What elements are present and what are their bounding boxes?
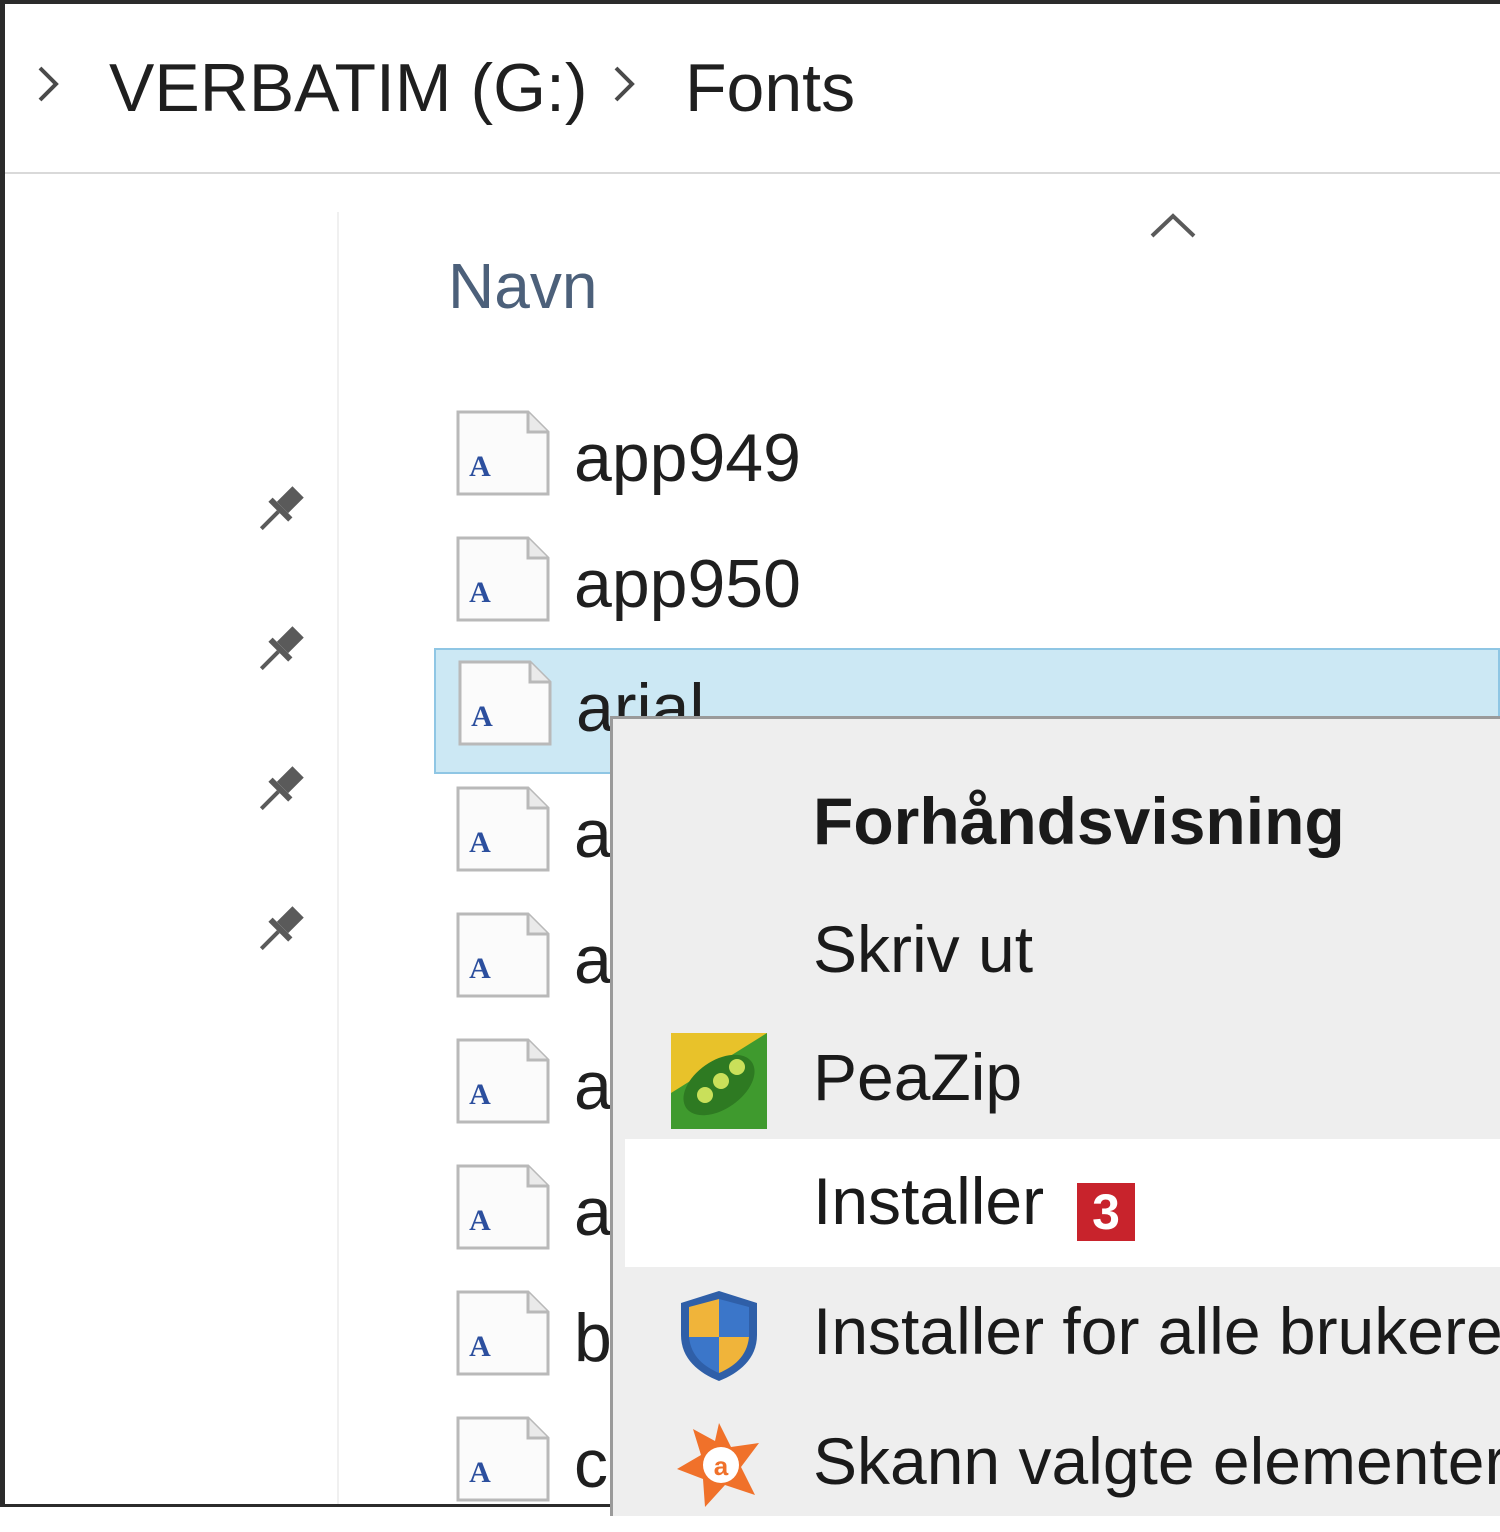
file-row[interactable]: Aapp950 — [434, 526, 1500, 652]
file-name: a — [574, 922, 612, 998]
breadcrumb: VERBATIM (G:) Fonts — [5, 4, 1500, 174]
file-name: c — [574, 1426, 608, 1502]
sort-ascending-icon[interactable] — [1146, 206, 1200, 242]
menu-item-preview[interactable]: Forhåndsvisning — [625, 759, 1500, 887]
svg-text:A: A — [469, 826, 491, 859]
svg-text:A: A — [469, 576, 491, 609]
menu-item-print[interactable]: Skriv ut — [625, 887, 1500, 1015]
svg-text:A: A — [469, 1456, 491, 1489]
menu-item-label: Skriv ut — [813, 912, 1034, 986]
menu-item-peazip[interactable]: PeaZip — [625, 1015, 1500, 1143]
uac-shield-icon — [681, 1291, 757, 1381]
menu-item-label: Forhåndsvisning — [813, 784, 1345, 858]
font-file-icon: A — [456, 1038, 550, 1124]
breadcrumb-segment-folder[interactable]: Fonts — [685, 48, 855, 128]
navigation-pane — [5, 174, 337, 1504]
menu-item-label: Installer — [813, 1164, 1045, 1238]
file-name: a — [574, 1048, 612, 1124]
svg-text:A: A — [469, 1078, 491, 1111]
file-name: a — [574, 796, 612, 872]
step-badge: 3 — [1077, 1183, 1135, 1241]
svg-text:a: a — [714, 1451, 729, 1481]
file-name: a — [574, 1174, 612, 1250]
file-name: app949 — [574, 420, 801, 496]
font-file-icon: A — [456, 912, 550, 998]
menu-item-label: Installer for alle brukere — [813, 1294, 1500, 1368]
file-name: app950 — [574, 546, 801, 622]
pin-icon[interactable] — [246, 478, 312, 544]
pane-divider[interactable] — [337, 212, 339, 1504]
font-file-icon: A — [456, 410, 550, 496]
menu-item-install[interactable]: Installer 3 — [625, 1139, 1500, 1267]
file-row[interactable]: Aapp949 — [434, 400, 1500, 526]
menu-item-install-all-users[interactable]: Installer for alle brukere — [625, 1269, 1500, 1397]
avast-icon: a — [677, 1423, 759, 1507]
font-file-icon: A — [456, 1290, 550, 1376]
svg-text:A: A — [469, 952, 491, 985]
peazip-icon — [671, 1033, 767, 1129]
font-file-icon: A — [458, 660, 552, 746]
pin-icon[interactable] — [246, 618, 312, 684]
column-header-name[interactable]: Navn — [448, 248, 597, 324]
menu-item-scan[interactable]: a Skann valgte elementer — [625, 1399, 1500, 1516]
context-menu: Forhåndsvisning Skriv ut PeaZip Installe… — [610, 716, 1500, 1516]
menu-item-label: Skann valgte elementer — [813, 1424, 1500, 1498]
chevron-right-icon[interactable] — [35, 62, 61, 106]
menu-item-label: PeaZip — [813, 1040, 1023, 1114]
font-file-icon: A — [456, 536, 550, 622]
svg-text:A: A — [469, 1330, 491, 1363]
file-name: b — [574, 1300, 612, 1376]
svg-text:A: A — [469, 450, 491, 483]
chevron-right-icon[interactable] — [611, 62, 637, 106]
svg-text:A: A — [469, 1204, 491, 1237]
font-file-icon: A — [456, 786, 550, 872]
breadcrumb-segment-drive[interactable]: VERBATIM (G:) — [109, 48, 588, 128]
pin-icon[interactable] — [246, 898, 312, 964]
svg-text:A: A — [471, 700, 493, 733]
font-file-icon: A — [456, 1416, 550, 1502]
font-file-icon: A — [456, 1164, 550, 1250]
pin-icon[interactable] — [246, 758, 312, 824]
